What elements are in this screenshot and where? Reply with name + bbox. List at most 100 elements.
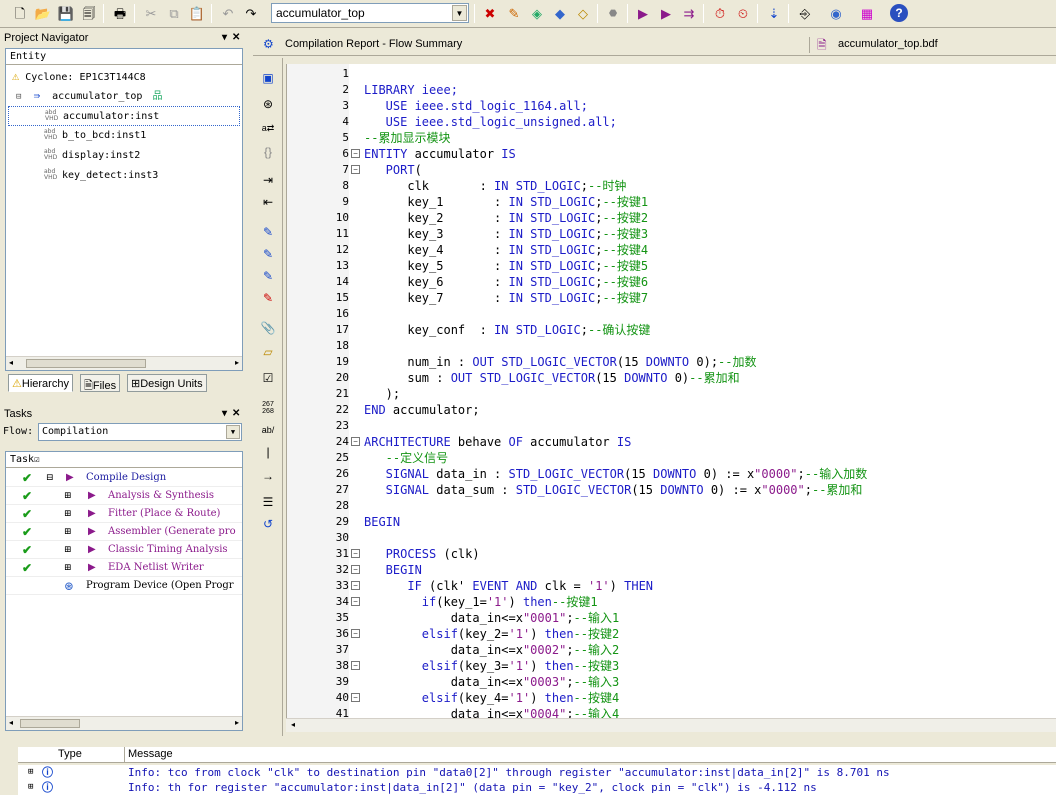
bookmark-prev-icon[interactable]: ✎ xyxy=(258,266,278,286)
chip-planner-icon[interactable]: ◈ xyxy=(527,3,547,23)
fold-toggle-icon[interactable]: − xyxy=(351,165,360,174)
tree-expand-icon[interactable]: ⊞ xyxy=(28,765,33,780)
code-line[interactable]: ); xyxy=(364,386,400,402)
tree-collapse-icon[interactable]: ⊟ xyxy=(16,92,21,102)
start-analysis-icon[interactable]: ▶ xyxy=(656,3,676,23)
scroll-left-icon[interactable]: ◂ xyxy=(9,718,13,727)
chevron-down-icon[interactable]: ▼ xyxy=(452,5,467,21)
bookmark-next-icon[interactable]: ✎ xyxy=(258,244,278,264)
check-syntax-icon[interactable]: ☑ xyxy=(258,368,278,388)
scroll-left-icon[interactable]: ◂ xyxy=(9,358,13,367)
paperclip-icon[interactable]: 📎 xyxy=(258,318,278,338)
line-number-icon[interactable]: 267 268 xyxy=(258,398,278,418)
task-row[interactable]: ✔ ⊞ ▶ Fitter (Place & Route) xyxy=(6,505,242,523)
code-line[interactable]: key_6 : IN STD_LOGIC;--按键6 xyxy=(364,274,648,290)
scrollbar-thumb[interactable] xyxy=(20,719,80,728)
bookmark-clear-icon[interactable]: ✎ xyxy=(258,288,278,308)
tree-collapse-icon[interactable]: ⊟ xyxy=(46,469,54,486)
fold-toggle-icon[interactable]: − xyxy=(351,629,360,638)
tree-expand-icon[interactable]: ⊞ xyxy=(64,541,72,558)
code-line[interactable]: LIBRARY ieee; xyxy=(364,82,458,98)
tree-expand-icon[interactable]: ⊞ xyxy=(64,559,72,576)
message-column-header[interactable]: Message xyxy=(128,748,173,760)
unindent-icon[interactable]: ⇤ xyxy=(258,192,278,212)
timing-settings-icon[interactable]: ⏲ xyxy=(733,3,753,23)
code-line[interactable]: key_conf : IN STD_LOGIC;--确认按键 xyxy=(364,322,650,338)
device-row[interactable]: ⚠ Cyclone: EP1C3T144C8 xyxy=(12,66,146,86)
code-line[interactable]: key_7 : IN STD_LOGIC;--按键7 xyxy=(364,290,648,306)
task-row[interactable]: ⊛ Program Device (Open Progr xyxy=(6,577,242,595)
task-column-header[interactable]: Task☑ xyxy=(6,452,242,468)
fold-toggle-icon[interactable]: − xyxy=(351,581,360,590)
uncomment-icon[interactable]: ↺ xyxy=(258,514,278,534)
message-row[interactable]: ⊞ ⓘ Info: tco from clock "clk" to destin… xyxy=(18,765,1056,780)
start-synthesis-icon[interactable]: ⇉ xyxy=(679,3,699,23)
sopc-builder-icon[interactable]: ▦ xyxy=(857,3,877,23)
save-icon[interactable]: 💾 xyxy=(56,3,76,23)
fold-toggle-icon[interactable]: − xyxy=(351,149,360,158)
tab-files[interactable]: 🗎Files xyxy=(80,374,121,392)
flow-select[interactable]: Compilation ▼ xyxy=(38,423,242,441)
float-icon[interactable]: ▾ xyxy=(222,32,227,43)
start-compilation-icon[interactable]: ▶ xyxy=(633,3,653,23)
brackets-icon[interactable]: {} xyxy=(258,142,278,162)
code-line[interactable]: key_1 : IN STD_LOGIC;--按键1 xyxy=(364,194,648,210)
tree-expand-icon[interactable]: ⊞ xyxy=(28,780,33,795)
cursor-icon[interactable]: | xyxy=(258,442,278,462)
task-row[interactable]: ✔ ⊞ ▶ EDA Netlist Writer xyxy=(6,559,242,577)
pin-planner-icon[interactable]: ◇ xyxy=(573,3,593,23)
code-editor[interactable]: 1 2 3 4 5 6 7 8 9 10 11 12 13 14 15 16 17 18 19 20 21 22 23 24 2… xyxy=(286,64,1056,718)
arrow-right-icon[interactable]: → xyxy=(258,466,278,486)
code-line[interactable]: SIGNAL data_in : STD_LOGIC_VECTOR(15 DOW… xyxy=(364,466,868,482)
comment-icon[interactable]: ☰ xyxy=(258,492,278,512)
close-icon[interactable]: ✕ xyxy=(232,32,240,43)
technology-map-icon[interactable]: ◉ xyxy=(826,3,846,23)
tab-hierarchy[interactable]: ⚠Hierarchy xyxy=(8,374,73,392)
help-icon[interactable]: ? xyxy=(890,4,908,22)
save-all-icon[interactable]: 🗐 xyxy=(79,3,99,23)
find-binoculars-icon[interactable]: ⊛ xyxy=(258,94,278,114)
task-row[interactable]: ✔ ⊞ ▶ Classic Timing Analysis xyxy=(6,541,242,559)
code-line[interactable]: PROCESS (clk) xyxy=(364,546,480,562)
code-line[interactable]: sum : OUT STD_LOGIC_VECTOR(15 DOWNTO 0)-… xyxy=(364,370,739,386)
bookmark-toggle-icon[interactable]: ✎ xyxy=(258,222,278,242)
horizontal-scrollbar[interactable]: ◂ ▸ xyxy=(6,716,242,730)
code-line[interactable]: key_4 : IN STD_LOGIC;--按键4 xyxy=(364,242,648,258)
cut-icon[interactable]: ✂ xyxy=(141,3,161,23)
message-row[interactable]: ⊞ ⓘ Info: th for register "accumulator:i… xyxy=(18,780,1056,795)
code-line[interactable]: END accumulator; xyxy=(364,402,480,418)
open-folder-icon[interactable]: 📂 xyxy=(33,3,53,23)
code-line[interactable]: key_3 : IN STD_LOGIC;--按键3 xyxy=(364,226,648,242)
rtl-viewer-icon[interactable]: ⎆ xyxy=(795,3,815,23)
fold-toggle-icon[interactable]: − xyxy=(351,661,360,670)
close-icon[interactable]: ✕ xyxy=(232,408,240,419)
assignment-editor-icon[interactable]: ◆ xyxy=(550,3,570,23)
project-hierarchy-combo[interactable]: accumulator_top ▼ xyxy=(271,3,469,23)
code-line[interactable]: USE ieee.std_logic_1164.all; xyxy=(364,98,588,114)
code-line[interactable]: BEGIN xyxy=(364,514,400,530)
chevron-down-icon[interactable]: ▼ xyxy=(226,425,240,439)
fold-toggle-icon[interactable]: − xyxy=(351,549,360,558)
instance-row[interactable]: abd VHD display:inst2 xyxy=(44,146,140,166)
code-line[interactable]: elsif(key_2='1') then--按键2 xyxy=(364,626,619,642)
horizontal-scrollbar[interactable]: ◂ ▸ xyxy=(6,356,242,370)
instance-row[interactable]: abd VHD key_detect:inst3 xyxy=(44,166,158,186)
code-line[interactable]: key_5 : IN STD_LOGIC;--按键5 xyxy=(364,258,648,274)
instance-row[interactable]: abd VHD accumulator:inst xyxy=(8,106,240,126)
code-line[interactable]: data_in<=x"0001";--输入1 xyxy=(364,610,620,626)
top-entity-row[interactable]: ⊟ ⇛ accumulator_top 品 xyxy=(16,86,162,106)
code-line[interactable]: BEGIN xyxy=(364,562,422,578)
code-line[interactable]: SIGNAL data_sum : STD_LOGIC_VECTOR(15 DO… xyxy=(364,482,863,498)
editor-horizontal-scrollbar[interactable]: ◂ xyxy=(286,718,1056,732)
code-line[interactable]: data_in<=x"0002";--输入2 xyxy=(364,642,620,658)
compiler-tool-icon[interactable]: ✖ xyxy=(480,3,500,23)
fold-toggle-icon[interactable]: − xyxy=(351,693,360,702)
code-line[interactable]: ENTITY accumulator IS xyxy=(364,146,516,162)
entity-column-header[interactable]: Entity xyxy=(6,49,242,65)
find-replace-icon[interactable]: a⇄ xyxy=(258,118,278,138)
programmer-icon[interactable]: ⇣ xyxy=(764,3,784,23)
template-icon[interactable]: ▱ xyxy=(258,342,278,362)
scrollbar-thumb[interactable] xyxy=(26,359,146,368)
window-icon[interactable]: ▣ xyxy=(258,68,278,88)
code-line[interactable]: IF (clk' EVENT AND clk = '1') THEN xyxy=(364,578,653,594)
